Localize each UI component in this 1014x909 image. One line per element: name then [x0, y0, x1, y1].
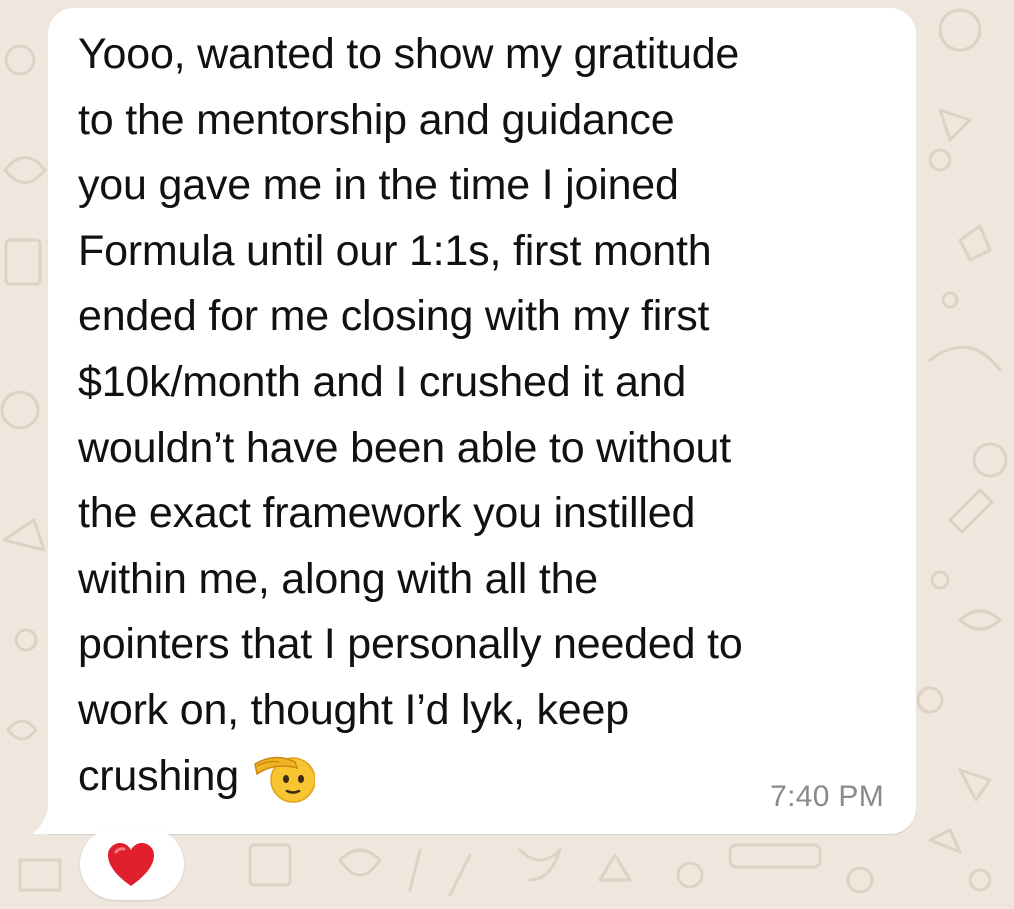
saluting-face-icon: [253, 752, 316, 804]
reaction-button[interactable]: [80, 828, 184, 900]
red-heart-icon: [108, 843, 154, 886]
message-timestamp: 7:40 PM: [770, 780, 884, 813]
message-body: Yooo, wanted to show my gratitude to the…: [78, 30, 743, 800]
message-text: Yooo, wanted to show my gratitude to the…: [78, 22, 898, 809]
